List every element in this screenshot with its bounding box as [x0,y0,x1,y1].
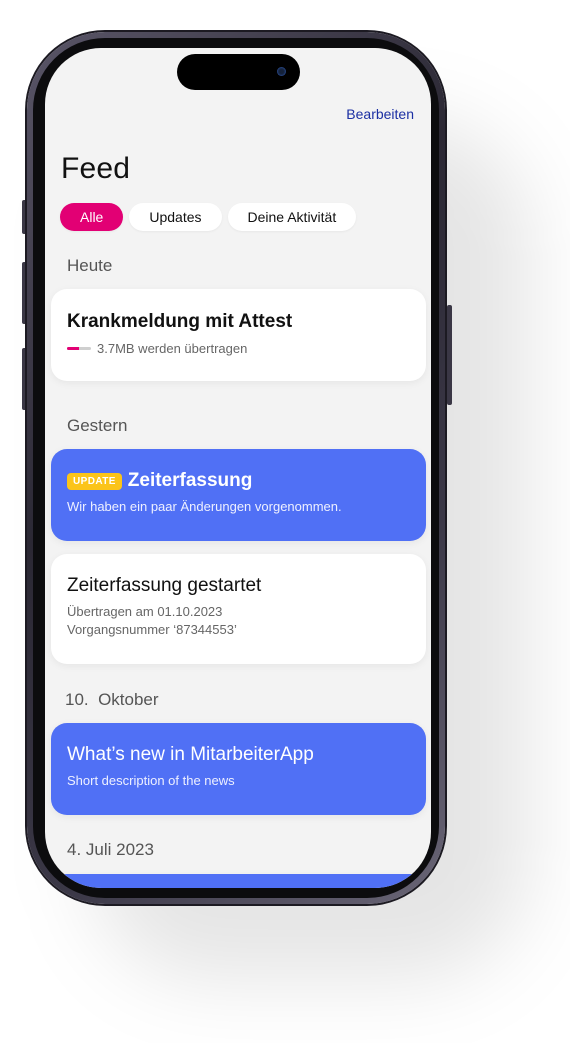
update-description: Wir haben ein paar Änderungen vorgenomme… [67,499,342,514]
edit-button[interactable]: Bearbeiten [346,106,414,122]
stage: Bearbeiten Feed Alle Updates Deine Aktiv… [0,0,570,1043]
update-badge: UPDATE [67,472,122,490]
next-feed-card[interactable] [51,874,426,888]
update-title: Zeiterfassung [127,470,253,491]
section-label-jul4: 4. Juli 2023 [67,840,154,859]
transfer-date: Übertragen am 01.10.2023 [67,604,223,619]
time-tracking-card[interactable]: Zeiterfassung gestartet Übertragen am 01… [51,554,426,664]
news-card[interactable]: What’s new in MitarbeiterApp Short descr… [51,723,426,815]
update-card[interactable]: UPDATE Zeiterfassung Wir haben ein paar … [51,449,426,541]
page-title: Feed [61,152,131,185]
filter-chip-all[interactable]: Alle [60,203,124,231]
filter-chip-activity[interactable]: Deine Aktivität [227,203,357,231]
process-number: Vorgangsnummer ‘87344553’ [67,622,237,637]
phone-screen: Bearbeiten Feed Alle Updates Deine Aktiv… [45,48,431,888]
sick-note-title: Krankmeldung mit Attest [67,311,293,332]
power-button [447,305,452,405]
news-title: What’s new in MitarbeiterApp [67,744,314,765]
camera-icon [277,67,286,76]
filter-chips: Alle Updates Deine Aktivität [60,203,357,231]
progress-fill [67,347,79,350]
time-tracking-title: Zeiterfassung gestartet [67,575,262,596]
news-description: Short description of the news [67,773,235,788]
filter-chip-updates[interactable]: Updates [129,203,222,231]
upload-progress: 3.7MB werden übertragen [67,341,410,356]
time-tracking-details: Übertragen am 01.10.2023 Vorgangsnummer … [67,603,410,639]
update-title-row: UPDATE Zeiterfassung [67,470,410,492]
section-label-oct10: 10. Oktober [65,690,159,709]
progress-bar [67,347,91,350]
section-label-yesterday: Gestern [67,416,128,435]
upload-status: 3.7MB werden übertragen [97,341,248,356]
section-label-today: Heute [67,256,113,275]
sick-note-card[interactable]: Krankmeldung mit Attest 3.7MB werden übe… [51,289,426,381]
dynamic-island [177,54,300,90]
